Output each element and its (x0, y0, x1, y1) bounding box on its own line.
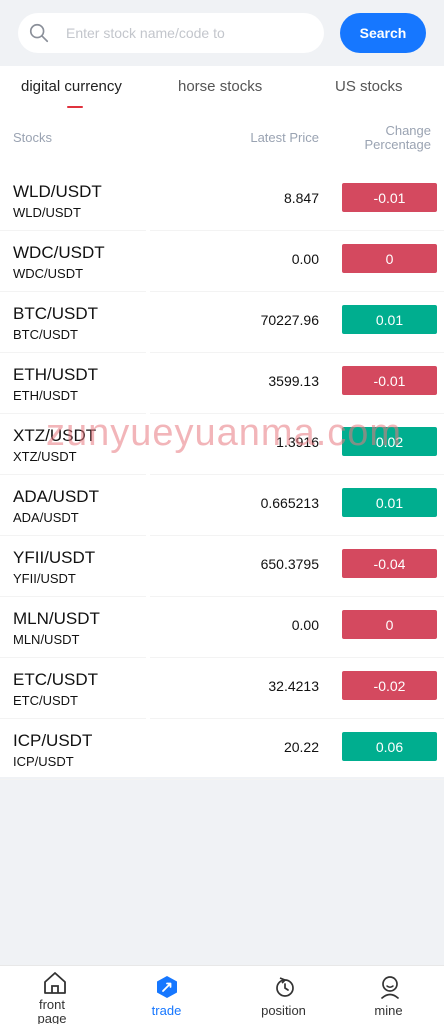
change-percentage-badge: 0 (342, 244, 437, 273)
change-percentage-badge: -0.02 (342, 671, 437, 700)
stock-row[interactable]: ADA/USDT ADA/USDT 0.665213 0.01 (0, 475, 444, 536)
tab-digital-currency[interactable]: digital currency (21, 78, 122, 95)
stock-code: ETC/USDT (13, 693, 78, 708)
nav-position-label: position (261, 1003, 306, 1018)
market-tabs: digital currency horse stocks US stocks (0, 66, 444, 114)
nav-mine-label: mine (374, 1003, 403, 1018)
bottom-nav: front page trade position mine (0, 965, 444, 1024)
stock-symbol: XTZ/USDT (13, 426, 97, 445)
search-box[interactable] (18, 13, 324, 53)
stock-symbol: ETH/USDT (13, 365, 98, 384)
latest-price: 32.4213 (268, 678, 319, 694)
position-icon (276, 977, 294, 997)
change-percentage-badge: -0.01 (342, 183, 437, 212)
stock-code: WDC/USDT (13, 266, 84, 281)
stock-row[interactable]: WLD/USDT WLD/USDT 8.847 -0.01 (0, 170, 444, 231)
column-header-change-line2: Percentage (364, 137, 432, 152)
stock-code: BTC/USDT (13, 327, 78, 342)
search-button[interactable]: Search (340, 13, 426, 53)
stock-list-panel: digital currency horse stocks US stocks … (0, 66, 444, 780)
row-divider (0, 779, 444, 780)
column-header-change-line1: Change (385, 123, 431, 138)
active-tab-indicator (67, 106, 83, 108)
change-percentage-badge: 0.01 (342, 488, 437, 517)
stock-code: ICP/USDT (13, 754, 74, 769)
change-percentage-badge: 0.06 (342, 732, 437, 761)
stock-symbol: YFII/USDT (13, 548, 96, 567)
change-percentage-badge: 0.01 (342, 305, 437, 334)
stock-row[interactable]: MLN/USDT MLN/USDT 0.00 0 (0, 597, 444, 658)
nav-front-page-label-1: front (38, 997, 65, 1012)
stock-code: YFII/USDT (13, 571, 76, 586)
stock-code: ADA/USDT (13, 510, 79, 525)
stock-row[interactable]: ICP/USDT ICP/USDT 20.22 0.06 (0, 719, 444, 780)
nav-front-page[interactable]: front page (0, 966, 111, 1024)
stock-row[interactable]: ETC/USDT ETC/USDT 32.4213 -0.02 (0, 658, 444, 719)
stock-row[interactable]: WDC/USDT WDC/USDT 0.00 0 (0, 231, 444, 292)
stock-code: MLN/USDT (13, 632, 80, 647)
latest-price: 650.3795 (260, 556, 319, 572)
trade-icon (157, 976, 177, 998)
nav-mine[interactable]: mine (333, 966, 444, 1024)
nav-trade-label: trade (151, 1003, 182, 1018)
change-percentage-badge: 0.02 (342, 427, 437, 456)
latest-price: 0.00 (291, 251, 319, 267)
nav-position[interactable]: position (222, 966, 333, 1024)
latest-price: 20.22 (283, 739, 319, 755)
user-icon (381, 976, 399, 999)
stock-symbol: WLD/USDT (13, 182, 102, 201)
stock-row[interactable]: ETH/USDT ETH/USDT 3599.13 -0.01 (0, 353, 444, 414)
stock-row[interactable]: YFII/USDT YFII/USDT 650.3795 -0.04 (0, 536, 444, 597)
latest-price: 0.665213 (260, 495, 319, 511)
stock-code: ETH/USDT (13, 388, 78, 403)
latest-price: 70227.96 (260, 312, 319, 328)
latest-price: 1.3916 (276, 434, 319, 450)
latest-price: 8.847 (283, 190, 319, 206)
search-input[interactable] (66, 25, 296, 41)
tab-horse-stocks[interactable]: horse stocks (178, 78, 262, 95)
search-icon (29, 23, 49, 43)
stock-symbol: ADA/USDT (13, 487, 99, 506)
search-bar: Search (0, 0, 444, 66)
nav-front-page-label-2: page (37, 1011, 67, 1024)
stock-symbol: ETC/USDT (13, 670, 98, 689)
stock-symbol: WDC/USDT (13, 243, 105, 262)
column-header-change-percentage: Change Percentage (365, 124, 432, 152)
stock-row[interactable]: BTC/USDT BTC/USDT 70227.96 0.01 (0, 292, 444, 353)
stock-row[interactable]: XTZ/USDT XTZ/USDT 1.3916 0.02 (0, 414, 444, 475)
latest-price: 0.00 (291, 617, 319, 633)
home-icon (44, 972, 66, 994)
stock-code: XTZ/USDT (13, 449, 77, 464)
change-percentage-badge: -0.01 (342, 366, 437, 395)
change-percentage-badge: -0.04 (342, 549, 437, 578)
latest-price: 3599.13 (268, 373, 319, 389)
nav-trade[interactable]: trade (111, 966, 222, 1024)
tab-us-stocks[interactable]: US stocks (335, 78, 403, 95)
column-header-stocks: Stocks (13, 130, 53, 145)
stock-symbol: BTC/USDT (13, 304, 98, 323)
column-header-latest-price: Latest Price (250, 130, 319, 145)
stock-symbol: MLN/USDT (13, 609, 100, 628)
stock-code: WLD/USDT (13, 205, 81, 220)
stock-symbol: ICP/USDT (13, 731, 93, 750)
change-percentage-badge: 0 (342, 610, 437, 639)
